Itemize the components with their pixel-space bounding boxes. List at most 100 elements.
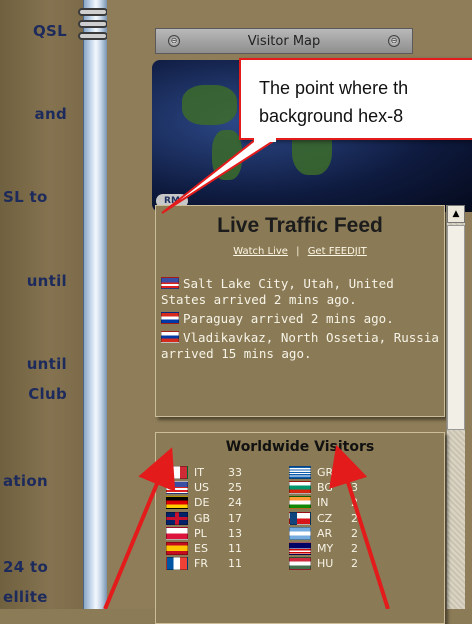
watch-live-link[interactable]: Watch Live bbox=[233, 246, 288, 257]
country-code: MY bbox=[317, 541, 334, 555]
live-traffic-panel: Live Traffic Feed Watch Live | Get FEEDJ… bbox=[155, 205, 445, 417]
visitor-count: 24 bbox=[228, 496, 242, 510]
country-code: IT bbox=[194, 466, 204, 479]
poland-flag-icon bbox=[166, 526, 188, 540]
visitor-count: 11 bbox=[228, 541, 242, 555]
country-code: US bbox=[194, 481, 210, 495]
czech-flag-icon bbox=[289, 511, 311, 525]
scroll-up-arrow-icon[interactable]: ▲ bbox=[447, 205, 465, 223]
france-flag-icon bbox=[166, 557, 188, 571]
traffic-links: Watch Live | Get FEEDJIT bbox=[156, 246, 444, 257]
visitor-count: 3 bbox=[351, 481, 358, 495]
visitor-count: 2 bbox=[351, 541, 358, 555]
visitor-row: MY 2 bbox=[289, 541, 358, 556]
visitor-count: 3 bbox=[351, 466, 358, 479]
us-flag-icon bbox=[161, 277, 179, 289]
left-text-24-to: 24 to bbox=[3, 558, 49, 576]
visitor-row: FR 11 bbox=[166, 556, 242, 571]
visitor-row: IN 2 bbox=[289, 495, 358, 510]
left-text-sl-to: SL to bbox=[3, 188, 48, 206]
visitor-count: 17 bbox=[228, 511, 242, 525]
binding-ring-icon bbox=[78, 32, 108, 40]
paraguay-flag-icon bbox=[161, 312, 179, 324]
visitor-count: 2 bbox=[351, 526, 358, 540]
visitor-count: 2 bbox=[351, 557, 358, 571]
feed-entry[interactable]: Vladikavkaz, North Ossetia, Russia arriv… bbox=[161, 330, 439, 362]
callout-line-2: background hex-8 bbox=[259, 106, 404, 126]
visitor-row: CZ 2 bbox=[289, 511, 358, 526]
country-code: PL bbox=[194, 526, 207, 540]
visitor-row: IT 33 bbox=[166, 465, 242, 480]
left-text-until-1: until bbox=[26, 272, 67, 290]
country-code: GR bbox=[317, 466, 334, 479]
visitors-column-right: GR 3 BG 3 IN 2 CZ 2 AR 2 MY 2 HU 2 bbox=[289, 465, 358, 571]
visitor-map-header[interactable]: ⊖ Visitor Map ⊖ bbox=[155, 28, 413, 54]
country-code: IN bbox=[317, 496, 329, 510]
visitor-row: GR 3 bbox=[289, 465, 358, 480]
traffic-title: Live Traffic Feed bbox=[217, 214, 383, 237]
visitor-count: 33 bbox=[228, 466, 242, 479]
visitor-row: US 25 bbox=[166, 480, 242, 495]
italy-flag-icon bbox=[166, 466, 188, 480]
visitor-row: GB 17 bbox=[166, 511, 242, 526]
visitor-row: PL 13 bbox=[166, 526, 242, 541]
russia-flag-icon bbox=[161, 331, 179, 343]
hungary-flag-icon bbox=[289, 557, 311, 571]
country-code: FR bbox=[194, 557, 208, 571]
get-feedjit-link[interactable]: Get FEEDJIT bbox=[308, 246, 367, 257]
visitor-count: 2 bbox=[351, 496, 358, 510]
germany-flag-icon bbox=[166, 496, 188, 510]
greece-flag-icon bbox=[289, 466, 311, 480]
country-code: GB bbox=[194, 511, 211, 525]
country-code: ES bbox=[194, 541, 208, 555]
visitor-count: 13 bbox=[228, 526, 242, 540]
binding-ring-icon bbox=[78, 8, 108, 16]
screw-icon: ⊖ bbox=[388, 35, 400, 47]
left-text-club: Club bbox=[28, 385, 67, 403]
screw-icon: ⊖ bbox=[168, 35, 180, 47]
traffic-feed-list: Salt Lake City, Utah, United States arri… bbox=[161, 276, 439, 365]
link-separator: | bbox=[296, 246, 300, 257]
spain-flag-icon bbox=[166, 542, 188, 556]
visitor-row: ES 11 bbox=[166, 541, 242, 556]
country-code: DE bbox=[194, 496, 210, 510]
scrollbar-thumb[interactable] bbox=[447, 225, 465, 430]
worldwide-visitors-title: Worldwide Visitors bbox=[225, 439, 375, 455]
map-landmass bbox=[182, 85, 237, 125]
visitor-row: AR 2 bbox=[289, 526, 358, 541]
bulgaria-flag-icon bbox=[289, 481, 311, 495]
worldwide-visitors-panel: Worldwide Visitors IT 33 US 25 DE 24 GB 17 P… bbox=[155, 432, 445, 624]
left-page-column: QSL and SL to until until Club ation 24 … bbox=[0, 0, 83, 609]
visitor-count: 25 bbox=[228, 481, 242, 495]
malaysia-flag-icon bbox=[289, 542, 311, 556]
page-scrollbar[interactable]: ▲ bbox=[446, 205, 465, 609]
feed-entry[interactable]: Salt Lake City, Utah, United States arri… bbox=[161, 276, 439, 308]
country-code: HU bbox=[317, 557, 334, 571]
feed-entry-text: Salt Lake City, Utah, United States arri… bbox=[161, 276, 394, 307]
visitor-row: BG 3 bbox=[289, 480, 358, 495]
visitors-column-left: IT 33 US 25 DE 24 GB 17 PL 13 ES 11 FR 11 bbox=[166, 465, 242, 571]
left-text-ellite: ellite bbox=[3, 588, 48, 606]
left-text-ation: ation bbox=[3, 472, 48, 490]
visitor-count: 11 bbox=[228, 557, 242, 571]
left-text-and: and bbox=[34, 105, 67, 123]
binding-ring-icon bbox=[78, 20, 108, 28]
country-code: BG bbox=[317, 481, 333, 495]
us-flag-icon bbox=[166, 481, 188, 495]
map-landmass bbox=[212, 130, 242, 180]
country-code: CZ bbox=[317, 511, 333, 525]
feed-entry[interactable]: Paraguay arrived 2 mins ago. bbox=[161, 311, 439, 327]
left-text-qsl: QSL bbox=[32, 22, 67, 40]
left-text-until-2: until bbox=[26, 355, 67, 373]
feed-entry-text: Paraguay arrived 2 mins ago. bbox=[183, 311, 394, 326]
argentina-flag-icon bbox=[289, 526, 311, 540]
visitor-map-title: Visitor Map bbox=[247, 33, 321, 49]
india-flag-icon bbox=[289, 496, 311, 510]
annotation-callout: The point where th background hex-8 bbox=[239, 58, 472, 140]
country-code: AR bbox=[317, 526, 333, 540]
visitor-row: DE 24 bbox=[166, 495, 242, 510]
uk-flag-icon bbox=[166, 511, 188, 525]
visitor-row: HU 2 bbox=[289, 556, 358, 571]
callout-line-1: The point where th bbox=[259, 78, 409, 98]
visitor-count: 2 bbox=[351, 511, 358, 525]
